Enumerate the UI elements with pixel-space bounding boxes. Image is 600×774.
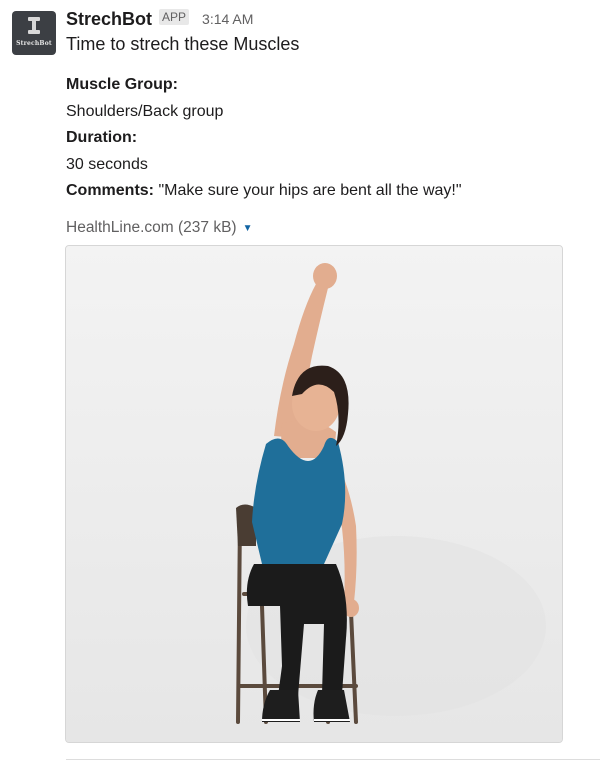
comments-value: "Make sure your hips are bent all the wa… (154, 182, 462, 199)
bot-name[interactable]: StrechBot (66, 9, 152, 30)
muscle-group-value: Shoulders/Back group (66, 102, 224, 120)
attachment-source: HealthLine.com (237 kB) (66, 219, 237, 236)
timestamp[interactable]: 3:14 AM (202, 11, 253, 27)
woman-seated-side-stretch-photo (66, 246, 562, 742)
message-header: StrechBot APP 3:14 AM (66, 8, 253, 30)
message-text: Time to strech these Muscles (66, 34, 300, 54)
duration-value: 30 seconds (66, 155, 148, 173)
duration-label: Duration: (66, 129, 138, 146)
caret-down-icon[interactable]: ▼ (243, 223, 253, 234)
comments-label: Comments: (66, 182, 155, 199)
message-fields: Muscle Group: Shoulders/Back group Durat… (66, 72, 462, 205)
attachment-header[interactable]: HealthLine.com (237 kB) ▼ (66, 219, 253, 237)
muscle-group-label: Muscle Group: (66, 76, 179, 93)
attachment-image[interactable] (65, 245, 563, 743)
bot-avatar[interactable]: StrechBot (12, 11, 56, 55)
avatar-label: StrechBot (16, 40, 52, 47)
app-badge: APP (159, 9, 190, 25)
dumbbell-icon (28, 17, 40, 34)
message-divider (66, 759, 600, 760)
comments-row: Comments: "Make sure your hips are bent … (66, 178, 462, 205)
